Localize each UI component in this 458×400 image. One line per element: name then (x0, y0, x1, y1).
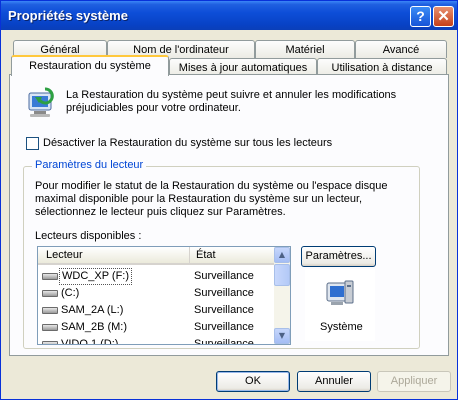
cancel-button[interactable]: Annuler (297, 371, 371, 392)
drive-status: Surveillance (194, 270, 254, 282)
title-bar[interactable]: Propriétés système ? ✕ (1, 1, 457, 30)
system-icon-box: Système (305, 269, 375, 341)
group-desc-1: Pour modifier le statut de la Restaurati… (35, 180, 388, 192)
scroll-thumb[interactable] (274, 264, 290, 286)
drive-status: Surveillance (194, 287, 254, 299)
drive-status: Surveillance (194, 304, 254, 316)
drive-icon (42, 290, 58, 297)
column-header-status[interactable]: État (190, 247, 274, 265)
drive-icon (42, 307, 58, 314)
drive-name: SAM_2A (L:) (61, 304, 124, 316)
list-item[interactable]: SAM_2B (M:) Surveillance (38, 319, 274, 336)
drive-icon (42, 341, 58, 344)
drive-name: SAM_2B (M:) (61, 321, 128, 333)
close-icon[interactable]: ✕ (433, 6, 454, 27)
group-desc-3: sélectionnez le lecteur puis cliquez sur… (35, 206, 286, 218)
drive-status: Surveillance (194, 321, 254, 333)
system-properties-window: Propriétés système ? ✕ Général Nom de l'… (0, 0, 458, 400)
drive-name: VIDO 1 (D:) (61, 338, 119, 345)
intro-line-2: préjudiciables pour votre ordinateur. (66, 102, 241, 114)
available-drives-label: Lecteurs disponibles : (35, 230, 142, 242)
ok-button[interactable]: OK (216, 371, 290, 392)
scroll-down-icon[interactable]: ▼ (274, 328, 290, 344)
list-item[interactable]: (C:) Surveillance (38, 285, 274, 302)
settings-button[interactable]: Paramètres... (301, 246, 376, 267)
list-item[interactable]: WDC_XP (F:) Surveillance (38, 268, 274, 285)
drive-icon (42, 324, 58, 331)
list-item[interactable]: SAM_2A (L:) Surveillance (38, 302, 274, 319)
drive-name: (C:) (61, 287, 80, 299)
scroll-up-icon[interactable]: ▲ (274, 247, 290, 263)
tab-advanced[interactable]: Avancé (355, 40, 447, 58)
disable-restore-checkbox[interactable] (26, 137, 39, 150)
group-legend: Paramètres du lecteur (32, 159, 147, 171)
group-desc-2: maximal disponible pour la Restauration … (35, 193, 363, 205)
drive-icon (42, 273, 58, 280)
drives-listview[interactable]: Lecteur État WDC_XP (F:) Surveillance (C… (37, 246, 291, 345)
drive-name: WDC_XP (F:) (59, 268, 133, 285)
tab-system-restore[interactable]: Restauration du système (11, 55, 169, 76)
column-header-drive[interactable]: Lecteur (38, 247, 190, 265)
system-restore-icon (28, 87, 54, 117)
tab-hardware[interactable]: Matériel (255, 40, 355, 58)
help-icon[interactable]: ? (410, 6, 431, 27)
intro-line-1: La Restauration du système peut suivre e… (66, 89, 397, 101)
system-label: Système (320, 321, 363, 333)
window-title: Propriétés système (8, 8, 128, 23)
apply-button[interactable]: Appliquer (377, 371, 451, 392)
disable-restore-label[interactable]: Désactiver la Restauration du système su… (43, 137, 332, 150)
computer-icon (326, 280, 354, 305)
list-scrollbar[interactable]: ▲ ▼ (274, 247, 290, 344)
list-item[interactable]: VIDO 1 (D:) Surveillance (38, 336, 274, 345)
drive-status: Surveillance (194, 338, 254, 345)
